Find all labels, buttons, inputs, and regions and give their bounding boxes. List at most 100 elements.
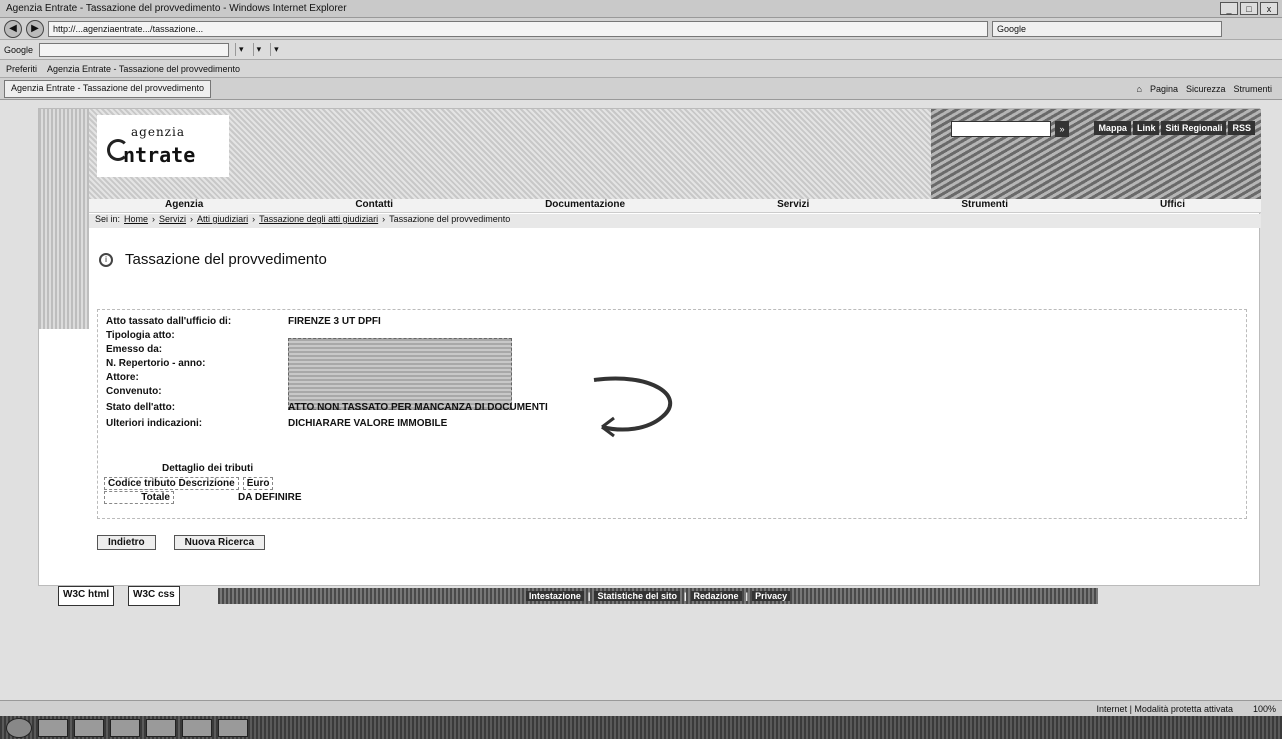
breadcrumb: Sei in: Home › Servizi › Atti giudiziari › …	[89, 214, 1261, 228]
field-label: N. Repertorio - anno:	[106, 358, 206, 369]
table-header-codice: Codice tributo Descrizione	[104, 476, 239, 490]
nav-servizi[interactable]: Servizi	[777, 199, 809, 212]
breadcrumb-prefix: Sei in:	[95, 214, 121, 224]
taskbar-app-icon[interactable]	[74, 718, 104, 737]
nav-documentazione[interactable]: Documentazione	[545, 199, 625, 212]
breadcrumb-atti[interactable]: Atti giudiziari	[197, 214, 248, 228]
field-label: Attore:	[106, 372, 139, 383]
site-container: agenzia ntrate » Mappa Link Siti Regiona…	[38, 108, 1261, 586]
nav-agenzia[interactable]: Agenzia	[165, 199, 203, 212]
toplink-rss[interactable]: RSS	[1228, 121, 1255, 135]
address-bar: ◀ ▶ http://...agenziaentrate.../tassazio…	[0, 18, 1282, 40]
toplink-siti-regionali[interactable]: Siti Regionali	[1161, 121, 1227, 135]
logo-main-text: ntrate	[123, 143, 196, 167]
info-icon: i	[99, 252, 113, 267]
w3c-css-badge[interactable]: W3C css	[128, 586, 180, 606]
taskbar-app-icon[interactable]	[182, 718, 212, 737]
breadcrumb-current: Tassazione del provvedimento	[389, 214, 511, 224]
favorites-button[interactable]: Preferiti	[6, 64, 37, 74]
page-title: Tassazione del provvedimento	[125, 251, 327, 268]
window-titlebar: Agenzia Entrate - Tassazione del provved…	[0, 0, 1282, 18]
minimize-button[interactable]: _	[1220, 2, 1238, 15]
site-search-input[interactable]	[951, 121, 1051, 137]
window-controls: _ □ x	[1220, 2, 1278, 15]
status-value: ATTO NON TASSATO PER MANCANZA DI DOCUMEN…	[288, 402, 548, 413]
nav-strumenti[interactable]: Strumenti	[961, 199, 1008, 212]
table-header-euro: Euro	[242, 476, 274, 490]
logo-top-text: agenzia	[131, 125, 185, 139]
start-button[interactable]	[6, 717, 32, 738]
back-icon[interactable]: ◀	[4, 19, 22, 38]
toolbar-item[interactable]: ▾	[270, 43, 282, 56]
cmd-strumenti[interactable]: Strumenti	[1233, 84, 1272, 94]
taskbar-app-icon[interactable]	[218, 718, 248, 737]
favorites-bar: Preferiti Agenzia Entrate - Tassazione d…	[0, 60, 1282, 78]
action-buttons: Indietro Nuova Ricerca	[97, 535, 266, 550]
breadcrumb-tassazione-atti[interactable]: Tassazione degli atti giudiziari	[259, 214, 378, 228]
page-viewport: agenzia ntrate » Mappa Link Siti Regiona…	[0, 100, 1282, 700]
close-button[interactable]: x	[1260, 2, 1278, 15]
tab-current[interactable]: Agenzia Entrate - Tassazione del provved…	[4, 79, 211, 98]
forward-icon[interactable]: ▶	[26, 19, 44, 38]
window-title: Agenzia Entrate - Tassazione del provved…	[6, 3, 347, 14]
footer-link-statistiche[interactable]: Statistiche del sito	[594, 591, 680, 601]
nav-uffici[interactable]: Uffici	[1160, 199, 1185, 212]
google-label: Google	[4, 44, 34, 55]
curved-arrow-icon	[593, 376, 673, 438]
toolbar-item[interactable]: ▾	[252, 43, 265, 56]
totale-label: Totale	[104, 490, 174, 504]
zoom-level[interactable]: 100%	[1253, 704, 1276, 714]
breadcrumb-home[interactable]: Home	[124, 214, 148, 228]
footer-link-privacy[interactable]: Privacy	[752, 591, 791, 601]
google-search-input[interactable]	[39, 42, 230, 57]
field-label: Stato dell'atto:	[106, 402, 176, 413]
field-value: FIRENZE 3 UT DPFI	[288, 316, 381, 327]
status-right: Internet | Modalità protetta attivata 10…	[1097, 704, 1276, 714]
w3c-html-badge[interactable]: W3C html	[58, 586, 115, 606]
totale-value: DA DEFINIRE	[238, 491, 302, 503]
google-toolbar: Google ▾ ▾ ▾	[0, 40, 1282, 60]
browser-search-input[interactable]: Google	[992, 20, 1222, 37]
tributi-title: Dettaglio dei tributi	[162, 463, 254, 474]
status-bar: Internet | Modalità protetta attivata 10…	[0, 700, 1282, 716]
toplink-link[interactable]: Link	[1132, 121, 1160, 135]
field-label: Ulteriori indicazioni:	[106, 418, 203, 429]
taskbar	[0, 716, 1282, 739]
main-nav: Agenzia Contatti Documentazione Servizi …	[89, 199, 1261, 213]
browser-window: Agenzia Entrate - Tassazione del provved…	[0, 0, 1282, 739]
field-value: DICHIARARE VALORE IMMOBILE	[288, 418, 448, 429]
back-button[interactable]: Indietro	[97, 535, 156, 550]
tab-bar: Agenzia Entrate - Tassazione del provved…	[0, 78, 1282, 100]
footer-link-redazione[interactable]: Redazione	[690, 591, 742, 601]
table-row: Totale DA DEFINIRE	[104, 490, 302, 504]
redacted-block	[288, 338, 512, 410]
taskbar-app-icon[interactable]	[146, 718, 176, 737]
favorite-link[interactable]: Agenzia Entrate - Tassazione del provved…	[47, 64, 240, 74]
footer-link-intestazione[interactable]: Intestazione	[525, 591, 584, 601]
field-label: Convenuto:	[106, 386, 162, 397]
toolbar-item[interactable]: ▾	[235, 43, 247, 56]
footer-links: Intestazione | Statistiche del sito | Reda…	[218, 588, 1098, 604]
toplink-mappa[interactable]: Mappa	[1094, 121, 1131, 135]
nav-contatti[interactable]: Contatti	[355, 199, 393, 212]
table-row: Codice tributo Descrizione Euro	[104, 476, 302, 490]
site-search-button[interactable]: »	[1055, 121, 1069, 137]
home-icon[interactable]: ⌂	[1137, 84, 1142, 94]
tributi-table: Codice tributo Descrizione Euro Totale D…	[104, 476, 302, 504]
cmd-pagina[interactable]: Pagina	[1150, 84, 1178, 94]
site-footer: W3C html W3C css Intestazione | Statistic…	[58, 586, 1280, 608]
left-decoration	[39, 109, 89, 329]
new-search-button[interactable]: Nuova Ricerca	[173, 535, 266, 550]
site-banner: agenzia ntrate » Mappa Link Siti Regiona…	[89, 109, 1261, 199]
taskbar-app-icon[interactable]	[38, 718, 68, 737]
agenzia-entrate-logo[interactable]: agenzia ntrate	[97, 115, 229, 177]
breadcrumb-servizi[interactable]: Servizi	[159, 214, 186, 228]
taskbar-app-icon[interactable]	[110, 718, 140, 737]
field-label: Atto tassato dall'ufficio di:	[106, 316, 232, 327]
url-field[interactable]: http://...agenziaentrate.../tassazione..…	[48, 20, 988, 37]
page-title-row: i Tassazione del provvedimento	[99, 251, 327, 268]
cmd-sicurezza[interactable]: Sicurezza	[1186, 84, 1226, 94]
top-links: Mappa Link Siti Regionali RSS	[1094, 121, 1255, 135]
maximize-button[interactable]: □	[1240, 2, 1258, 15]
security-zone: Internet | Modalità protetta attivata	[1096, 703, 1233, 714]
